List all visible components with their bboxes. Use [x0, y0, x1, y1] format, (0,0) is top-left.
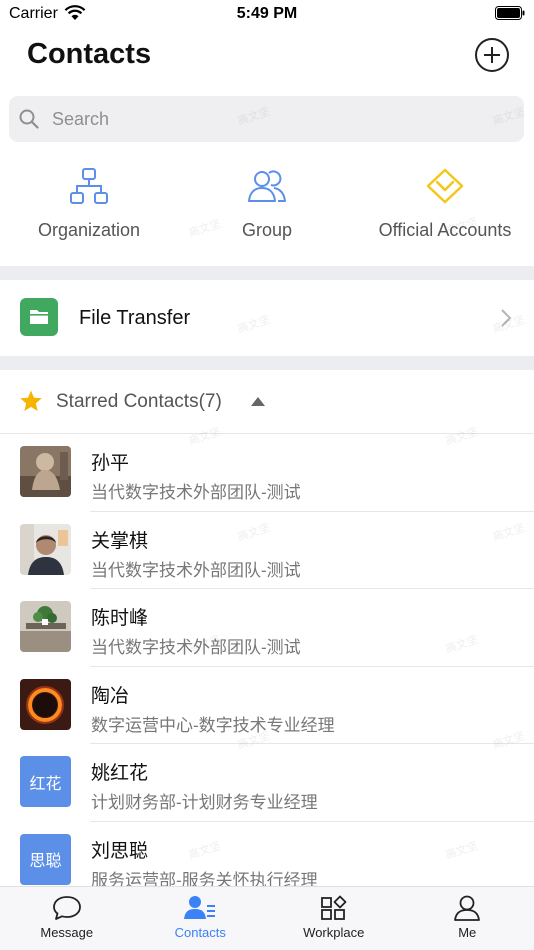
contact-list: 孙平 当代数字技术外部团队-测试 关掌棋 当代数字技术外部团队-测试 陈时峰 当… [0, 434, 534, 899]
star-icon [20, 390, 42, 411]
tab-bar: Message Contacts Workplace Me [0, 886, 534, 950]
avatar [20, 523, 71, 575]
tab-message[interactable]: Message [0, 887, 134, 950]
official-accounts-label: Official Accounts [378, 220, 512, 240]
avatar [20, 601, 71, 652]
avatar [20, 446, 71, 497]
starred-contacts-label: Starred Contacts(7) [56, 391, 222, 412]
add-button[interactable] [475, 38, 509, 72]
tab-workplace-label: Workplace [303, 925, 365, 940]
group-button[interactable]: Group [178, 160, 356, 260]
list-item[interactable]: 红花 姚红花 计划财务部-计划财务专业经理 [0, 744, 534, 822]
tab-contacts[interactable]: Contacts [134, 887, 268, 950]
status-bar: Carrier 5:49 PM [0, 0, 534, 28]
organization-button[interactable]: Organization [0, 160, 178, 260]
contact-department: 数字运营中心-数字技术专业经理 [91, 715, 335, 735]
folder-icon [20, 298, 58, 336]
tab-message-label: Message [40, 925, 94, 940]
contact-department: 计划财务部-计划财务专业经理 [91, 793, 318, 812]
list-item[interactable]: 陈时峰 当代数字技术外部团队-测试 [0, 589, 534, 667]
contact-department: 当代数字技术外部团队-测试 [91, 483, 301, 502]
chat-bubble-icon [52, 896, 81, 920]
contacts-icon [184, 896, 216, 919]
tab-me[interactable]: Me [401, 887, 534, 950]
contact-name: 陈时峰 [91, 608, 149, 629]
workplace-icon [320, 895, 347, 920]
section-divider [0, 356, 534, 370]
file-transfer-item[interactable]: File Transfer [0, 280, 534, 356]
status-time: 5:49 PM [236, 5, 298, 22]
search-icon [19, 109, 39, 129]
list-item[interactable]: 陶冶 数字运营中心-数字技术专业经理 [0, 667, 534, 744]
tab-me-label: Me [458, 925, 477, 940]
tab-workplace[interactable]: Workplace [267, 887, 401, 950]
battery-icon [495, 6, 525, 20]
file-transfer-label: File Transfer [79, 307, 191, 329]
page-title: Contacts [27, 38, 152, 70]
tab-contacts-label: Contacts [174, 925, 226, 940]
person-icon [454, 895, 481, 921]
group-icon [248, 170, 286, 202]
contact-name: 关掌棋 [91, 530, 149, 552]
starred-contacts-header[interactable]: Starred Contacts(7) [0, 370, 534, 434]
contact-name: 孙平 [91, 453, 130, 474]
group-label: Group [241, 220, 293, 240]
list-item[interactable]: 孙平 当代数字技术外部团队-测试 [0, 434, 534, 512]
organization-label: Organization [37, 220, 141, 240]
contact-department: 当代数字技术外部团队-测试 [91, 638, 301, 657]
section-divider [0, 266, 534, 280]
contact-department: 当代数字技术外部团队-测试 [91, 560, 301, 580]
chevron-right-icon [501, 309, 512, 327]
contact-name: 姚红花 [91, 763, 149, 784]
search-input[interactable]: Search [9, 96, 524, 142]
contact-name: 陶冶 [91, 685, 130, 707]
avatar [20, 678, 71, 730]
list-item[interactable]: 关掌棋 当代数字技术外部团队-测试 [0, 512, 534, 589]
official-accounts-button[interactable]: Official Accounts [356, 160, 534, 260]
avatar: 红花 [20, 756, 71, 807]
search-placeholder: Search [52, 108, 110, 129]
collapse-arrow-icon[interactable] [251, 397, 265, 406]
avatar: 思聪 [20, 833, 71, 885]
contact-name: 刘思聪 [91, 840, 149, 862]
official-accounts-icon [426, 168, 464, 204]
org-chart-icon [70, 168, 108, 204]
quick-actions: Organization Group Official Accounts [0, 160, 534, 268]
